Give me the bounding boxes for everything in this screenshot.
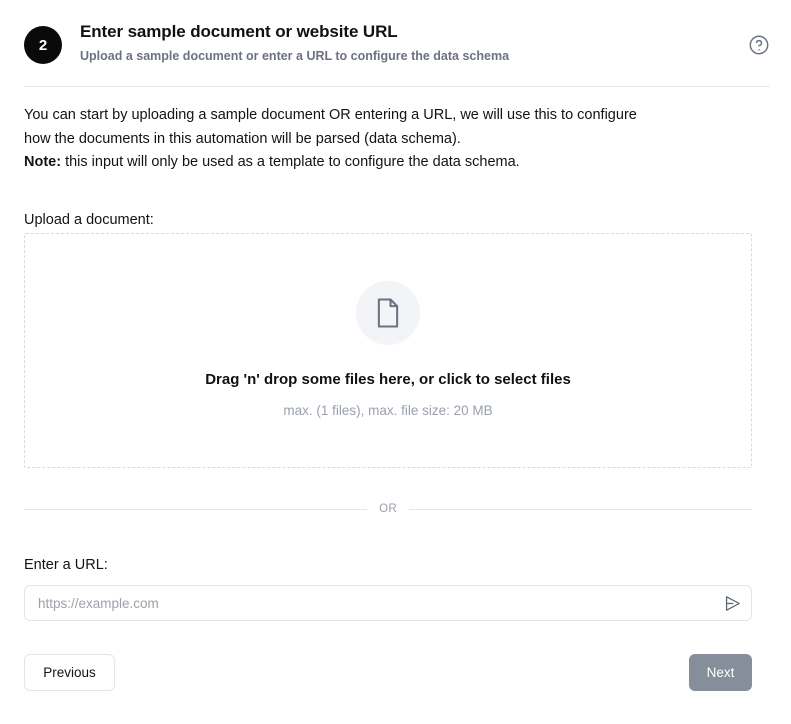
- or-divider-label: OR: [379, 503, 397, 515]
- next-button[interactable]: Next: [689, 654, 752, 691]
- send-icon[interactable]: [717, 586, 747, 620]
- url-input-label: Enter a URL:: [24, 557, 108, 573]
- wizard-step-page: 2 Enter sample document or website URL U…: [0, 0, 791, 724]
- step-header-texts: Enter sample document or website URL Upl…: [80, 18, 748, 65]
- step-number-badge: 2: [24, 26, 62, 64]
- or-divider-line-right: [408, 508, 753, 510]
- intro-line-1: You can start by uploading a sample docu…: [24, 107, 637, 123]
- previous-button[interactable]: Previous: [24, 654, 115, 691]
- url-input[interactable]: [25, 586, 717, 620]
- document-file-icon: [356, 281, 420, 345]
- step-header: 2 Enter sample document or website URL U…: [24, 18, 770, 80]
- page-subtitle: Upload a sample document or enter a URL …: [80, 49, 510, 63]
- or-divider: OR: [24, 503, 753, 515]
- step-number-text: 2: [38, 36, 48, 54]
- file-dropzone[interactable]: Drag 'n' drop some files here, or click …: [24, 233, 752, 468]
- dropzone-primary-text: Drag 'n' drop some files here, or click …: [205, 371, 571, 388]
- intro-paragraph: You can start by uploading a sample docu…: [24, 104, 764, 175]
- page-title: Enter sample document or website URL: [80, 22, 398, 41]
- dropzone-constraints-text: max. (1 files), max. file size: 20 MB: [283, 403, 493, 418]
- or-divider-line-left: [24, 508, 368, 510]
- note-label: Note:: [24, 154, 62, 170]
- intro-note: Note: this input will only be used as a …: [24, 151, 764, 175]
- intro-line-2: how the documents in this automation wil…: [24, 130, 461, 147]
- header-divider: [24, 86, 770, 87]
- note-text: this input will only be used as a templa…: [61, 154, 520, 170]
- url-input-container[interactable]: [24, 585, 752, 621]
- upload-document-label: Upload a document:: [24, 212, 154, 228]
- question-mark-circle-icon[interactable]: [748, 34, 770, 56]
